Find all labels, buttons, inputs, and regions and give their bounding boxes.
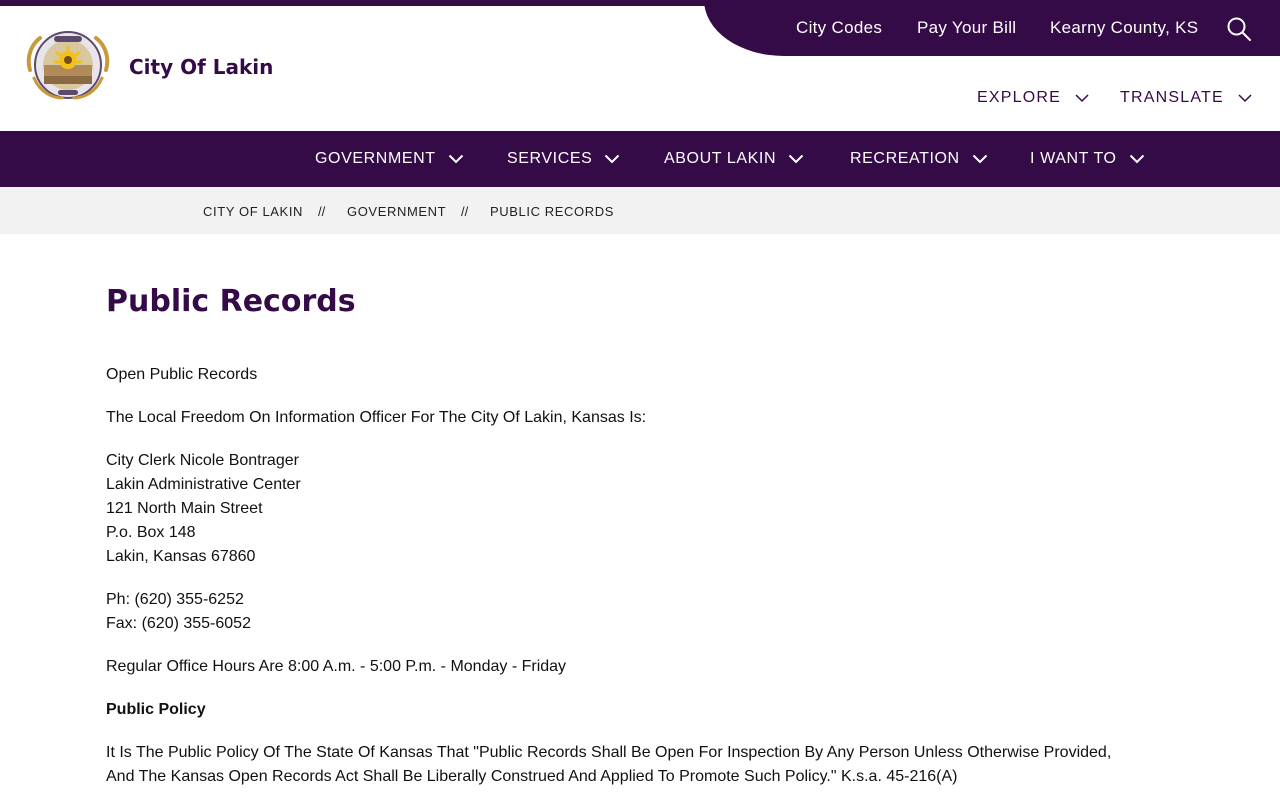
address-line: City Clerk Nicole Bontrager	[106, 452, 299, 469]
nav-item-services[interactable]: SERVICES	[507, 131, 620, 187]
utility-bar: City Codes Pay Your Bill Kearny County, …	[704, 0, 1280, 56]
breadcrumb-city-of-lakin[interactable]: CITY OF LAKIN	[203, 204, 303, 219]
nav-item-about-lakin[interactable]: ABOUT LAKIN	[664, 131, 804, 187]
chevron-down-icon	[448, 154, 463, 164]
explore-label: EXPLORE	[977, 89, 1061, 106]
phone-number: Ph: (620) 355-6252	[106, 591, 244, 608]
breadcrumb-government[interactable]: GOVERNMENT	[347, 204, 446, 219]
nav-item-label: RECREATION	[850, 150, 960, 167]
site-name[interactable]: City Of Lakin	[129, 55, 273, 79]
officer-address: City Clerk Nicole Bontrager Lakin Admini…	[106, 449, 1206, 569]
chevron-down-icon	[1075, 93, 1089, 102]
public-policy-text: It Is The Public Policy Of The State Of …	[106, 741, 1206, 789]
page-content: Open Public Records The Local Freedom On…	[106, 363, 1206, 800]
nav-item-label: ABOUT LAKIN	[664, 150, 777, 167]
chevron-down-icon	[1129, 154, 1144, 164]
city-seal-logo[interactable]	[22, 26, 114, 104]
intro-text: Open Public Records	[106, 366, 258, 383]
nav-item-recreation[interactable]: RECREATION	[850, 131, 988, 187]
contact-numbers: Ph: (620) 355-6252 Fax: (620) 355-6052	[106, 588, 1206, 636]
address-line: Lakin, Kansas 67860	[106, 548, 256, 565]
office-hours: Regular Office Hours Are 8:00 A.m. - 5:0…	[106, 658, 567, 675]
search-icon[interactable]	[1226, 16, 1252, 42]
pay-your-bill-link[interactable]: Pay Your Bill	[917, 18, 1016, 38]
chevron-down-icon	[605, 154, 620, 164]
chevron-down-icon	[788, 154, 804, 164]
chevron-down-icon	[1238, 93, 1252, 102]
chevron-down-icon	[972, 154, 987, 164]
translate-dropdown[interactable]: TRANSLATE	[1120, 87, 1252, 109]
address-line: P.o. Box 148	[106, 524, 196, 541]
policy-text-line: And The Kansas Open Records Act Shall Be…	[106, 768, 958, 785]
breadcrumb-current-page: PUBLIC RECORDS	[490, 204, 614, 219]
nav-item-i-want-to[interactable]: I WANT TO	[1030, 131, 1145, 187]
explore-dropdown[interactable]: EXPLORE	[977, 87, 1089, 109]
page-title: Public Records	[106, 284, 356, 319]
main-navigation: GOVERNMENT SERVICES ABOUT LAKIN RECREATI…	[0, 131, 1280, 187]
fax-number: Fax: (620) 355-6052	[106, 615, 251, 632]
kearny-county-link[interactable]: Kearny County, KS	[1050, 18, 1198, 38]
breadcrumb-separator: //	[318, 204, 326, 219]
address-line: Lakin Administrative Center	[106, 476, 301, 493]
nav-item-label: SERVICES	[507, 150, 593, 167]
nav-item-label: GOVERNMENT	[315, 150, 436, 167]
city-codes-link[interactable]: City Codes	[796, 18, 882, 38]
public-policy-heading: Public Policy	[106, 701, 206, 718]
policy-text-line: It Is The Public Policy Of The State Of …	[106, 744, 1112, 761]
breadcrumb: CITY OF LAKIN // GOVERNMENT // PUBLIC RE…	[0, 187, 1280, 234]
nav-item-government[interactable]: GOVERNMENT	[315, 131, 464, 187]
translate-label: TRANSLATE	[1120, 89, 1224, 106]
nav-item-label: I WANT TO	[1030, 150, 1117, 167]
officer-heading: The Local Freedom On Information Officer…	[106, 409, 647, 426]
breadcrumb-separator: //	[461, 204, 469, 219]
address-line: 121 North Main Street	[106, 500, 263, 517]
